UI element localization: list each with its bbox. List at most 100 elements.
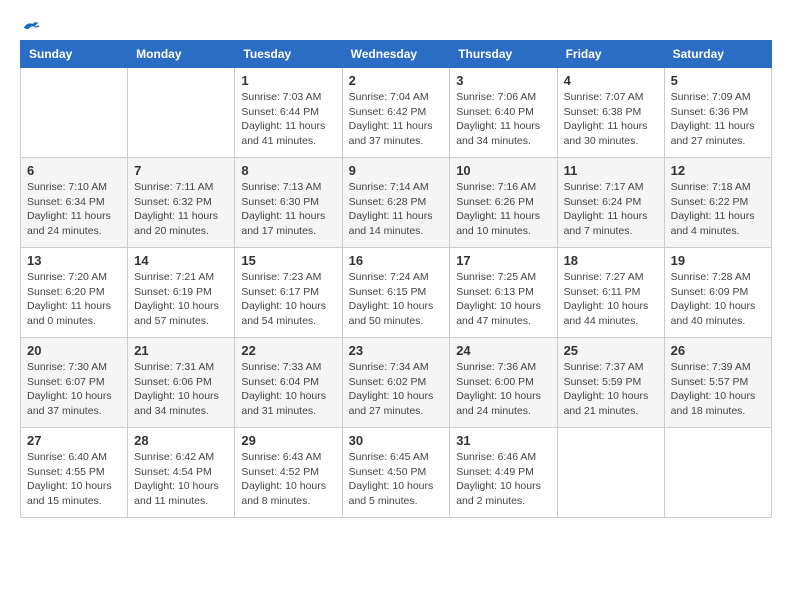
- header-wednesday: Wednesday: [342, 41, 450, 68]
- header-saturday: Saturday: [664, 41, 771, 68]
- day-cell: 23 Sunrise: 7:34 AM Sunset: 6:02 PM Dayli…: [342, 338, 450, 428]
- day-cell: 7 Sunrise: 7:11 AM Sunset: 6:32 PM Daylig…: [128, 158, 235, 248]
- week-row-2: 6Sunrise: 7:10 AM Sunset: 6:34 PM Daylig…: [21, 158, 772, 248]
- day-cell: 16 Sunrise: 7:24 AM Sunset: 6:15 PM Dayli…: [342, 248, 450, 338]
- day-number: 26: [671, 343, 765, 358]
- day-number: 30: [349, 433, 444, 448]
- day-number: 29: [241, 433, 335, 448]
- day-detail: Sunrise: 6:40 AM Sunset: 4:55 PM Dayligh…: [27, 450, 121, 509]
- day-cell: 12 Sunrise: 7:18 AM Sunset: 6:22 PM Dayli…: [664, 158, 771, 248]
- day-number: 5: [671, 73, 765, 88]
- day-number: 7: [134, 163, 228, 178]
- day-number: 17: [456, 253, 550, 268]
- day-cell: 14 Sunrise: 7:21 AM Sunset: 6:19 PM Dayli…: [128, 248, 235, 338]
- day-cell: 6Sunrise: 7:10 AM Sunset: 6:34 PM Daylig…: [21, 158, 128, 248]
- day-detail: Sunrise: 7:27 AM Sunset: 6:11 PM Dayligh…: [564, 270, 658, 329]
- day-cell: 13Sunrise: 7:20 AM Sunset: 6:20 PM Dayli…: [21, 248, 128, 338]
- day-detail: Sunrise: 7:18 AM Sunset: 6:22 PM Dayligh…: [671, 180, 765, 239]
- day-cell: 18 Sunrise: 7:27 AM Sunset: 6:11 PM Dayli…: [557, 248, 664, 338]
- day-cell: 27 Sunrise: 6:40 AM Sunset: 4:55 PM Dayli…: [21, 428, 128, 518]
- day-cell: 22 Sunrise: 7:33 AM Sunset: 6:04 PM Dayli…: [235, 338, 342, 428]
- day-cell: 31 Sunrise: 6:46 AM Sunset: 4:49 PM Dayli…: [450, 428, 557, 518]
- day-detail: Sunrise: 7:17 AM Sunset: 6:24 PM Dayligh…: [564, 180, 658, 239]
- day-detail: Sunrise: 7:28 AM Sunset: 6:09 PM Dayligh…: [671, 270, 765, 329]
- day-cell: 17 Sunrise: 7:25 AM Sunset: 6:13 PM Dayli…: [450, 248, 557, 338]
- day-cell: 29 Sunrise: 6:43 AM Sunset: 4:52 PM Dayli…: [235, 428, 342, 518]
- day-cell: 24Sunrise: 7:36 AM Sunset: 6:00 PM Dayli…: [450, 338, 557, 428]
- day-number: 22: [241, 343, 335, 358]
- day-number: 11: [564, 163, 658, 178]
- day-number: 9: [349, 163, 444, 178]
- header-tuesday: Tuesday: [235, 41, 342, 68]
- day-number: 27: [27, 433, 121, 448]
- header-friday: Friday: [557, 41, 664, 68]
- day-number: 15: [241, 253, 335, 268]
- day-number: 3: [456, 73, 550, 88]
- day-cell: [664, 428, 771, 518]
- day-detail: Sunrise: 7:23 AM Sunset: 6:17 PM Dayligh…: [241, 270, 335, 329]
- day-detail: Sunrise: 7:07 AM Sunset: 6:38 PM Dayligh…: [564, 90, 658, 149]
- day-cell: 15 Sunrise: 7:23 AM Sunset: 6:17 PM Dayli…: [235, 248, 342, 338]
- day-detail: Sunrise: 7:10 AM Sunset: 6:34 PM Dayligh…: [27, 180, 121, 239]
- day-detail: Sunrise: 7:37 AM Sunset: 5:59 PM Dayligh…: [564, 360, 658, 419]
- day-number: 20: [27, 343, 121, 358]
- week-row-1: 1Sunrise: 7:03 AM Sunset: 6:44 PM Daylig…: [21, 68, 772, 158]
- day-detail: Sunrise: 7:24 AM Sunset: 6:15 PM Dayligh…: [349, 270, 444, 329]
- page-header: [20, 20, 772, 30]
- day-detail: Sunrise: 7:04 AM Sunset: 6:42 PM Dayligh…: [349, 90, 444, 149]
- day-cell: 8Sunrise: 7:13 AM Sunset: 6:30 PM Daylig…: [235, 158, 342, 248]
- day-cell: 11 Sunrise: 7:17 AM Sunset: 6:24 PM Dayli…: [557, 158, 664, 248]
- week-row-4: 20 Sunrise: 7:30 AM Sunset: 6:07 PM Dayli…: [21, 338, 772, 428]
- day-detail: Sunrise: 6:42 AM Sunset: 4:54 PM Dayligh…: [134, 450, 228, 509]
- logo-bird-icon: [22, 20, 40, 34]
- day-detail: Sunrise: 7:25 AM Sunset: 6:13 PM Dayligh…: [456, 270, 550, 329]
- day-detail: Sunrise: 6:46 AM Sunset: 4:49 PM Dayligh…: [456, 450, 550, 509]
- header-thursday: Thursday: [450, 41, 557, 68]
- day-number: 23: [349, 343, 444, 358]
- day-number: 18: [564, 253, 658, 268]
- day-cell: 9 Sunrise: 7:14 AM Sunset: 6:28 PM Daylig…: [342, 158, 450, 248]
- day-number: 16: [349, 253, 444, 268]
- day-cell: 10 Sunrise: 7:16 AM Sunset: 6:26 PM Dayli…: [450, 158, 557, 248]
- day-detail: Sunrise: 7:33 AM Sunset: 6:04 PM Dayligh…: [241, 360, 335, 419]
- day-number: 14: [134, 253, 228, 268]
- day-detail: Sunrise: 7:06 AM Sunset: 6:40 PM Dayligh…: [456, 90, 550, 149]
- day-detail: Sunrise: 7:31 AM Sunset: 6:06 PM Dayligh…: [134, 360, 228, 419]
- day-detail: Sunrise: 7:11 AM Sunset: 6:32 PM Dayligh…: [134, 180, 228, 239]
- day-cell: [128, 68, 235, 158]
- day-cell: 28 Sunrise: 6:42 AM Sunset: 4:54 PM Dayli…: [128, 428, 235, 518]
- header-monday: Monday: [128, 41, 235, 68]
- day-detail: Sunrise: 7:36 AM Sunset: 6:00 PM Dayligh…: [456, 360, 550, 419]
- day-number: 21: [134, 343, 228, 358]
- day-number: 4: [564, 73, 658, 88]
- day-detail: Sunrise: 7:16 AM Sunset: 6:26 PM Dayligh…: [456, 180, 550, 239]
- day-cell: 21 Sunrise: 7:31 AM Sunset: 6:06 PM Dayli…: [128, 338, 235, 428]
- day-number: 28: [134, 433, 228, 448]
- logo: [20, 20, 40, 30]
- day-cell: 3 Sunrise: 7:06 AM Sunset: 6:40 PM Daylig…: [450, 68, 557, 158]
- day-number: 10: [456, 163, 550, 178]
- day-detail: Sunrise: 7:34 AM Sunset: 6:02 PM Dayligh…: [349, 360, 444, 419]
- day-cell: 25 Sunrise: 7:37 AM Sunset: 5:59 PM Dayli…: [557, 338, 664, 428]
- day-number: 31: [456, 433, 550, 448]
- day-detail: Sunrise: 7:09 AM Sunset: 6:36 PM Dayligh…: [671, 90, 765, 149]
- day-cell: 5 Sunrise: 7:09 AM Sunset: 6:36 PM Daylig…: [664, 68, 771, 158]
- day-number: 2: [349, 73, 444, 88]
- day-detail: Sunrise: 6:43 AM Sunset: 4:52 PM Dayligh…: [241, 450, 335, 509]
- day-cell: 1Sunrise: 7:03 AM Sunset: 6:44 PM Daylig…: [235, 68, 342, 158]
- day-number: 19: [671, 253, 765, 268]
- day-cell: 19 Sunrise: 7:28 AM Sunset: 6:09 PM Dayli…: [664, 248, 771, 338]
- day-cell: 20 Sunrise: 7:30 AM Sunset: 6:07 PM Dayli…: [21, 338, 128, 428]
- day-cell: 2 Sunrise: 7:04 AM Sunset: 6:42 PM Daylig…: [342, 68, 450, 158]
- day-number: 8: [241, 163, 335, 178]
- week-row-3: 13Sunrise: 7:20 AM Sunset: 6:20 PM Dayli…: [21, 248, 772, 338]
- day-detail: Sunrise: 7:21 AM Sunset: 6:19 PM Dayligh…: [134, 270, 228, 329]
- day-cell: [21, 68, 128, 158]
- day-number: 25: [564, 343, 658, 358]
- day-detail: Sunrise: 7:30 AM Sunset: 6:07 PM Dayligh…: [27, 360, 121, 419]
- day-number: 12: [671, 163, 765, 178]
- week-row-5: 27 Sunrise: 6:40 AM Sunset: 4:55 PM Dayli…: [21, 428, 772, 518]
- header-row: SundayMondayTuesdayWednesdayThursdayFrid…: [21, 41, 772, 68]
- day-cell: 4 Sunrise: 7:07 AM Sunset: 6:38 PM Daylig…: [557, 68, 664, 158]
- day-detail: Sunrise: 7:14 AM Sunset: 6:28 PM Dayligh…: [349, 180, 444, 239]
